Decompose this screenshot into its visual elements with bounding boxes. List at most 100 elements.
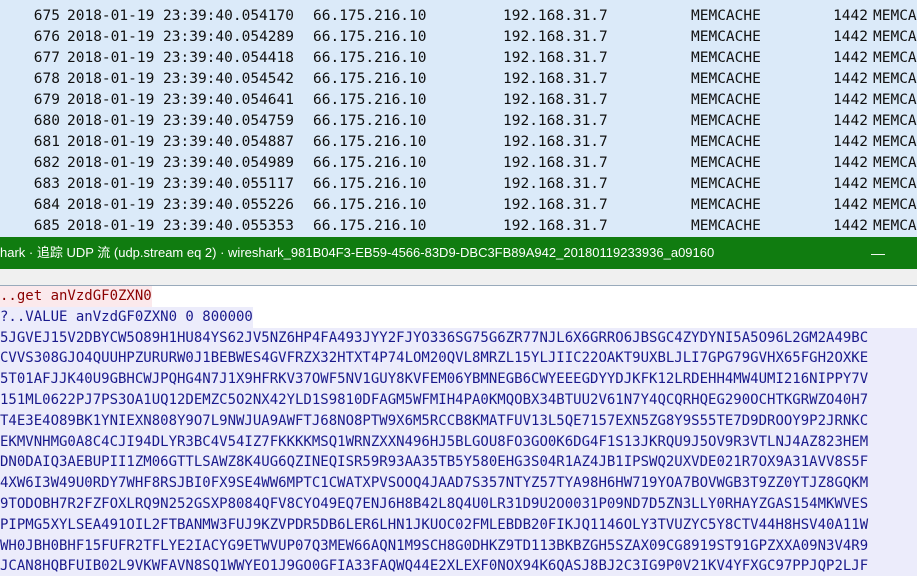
packet-list[interactable]: 675 2018-01-19 23:39:40.054170 66.175.216.… bbox=[0, 0, 917, 237]
packet-len: 1442 bbox=[833, 8, 868, 24]
packet-len: 1442 bbox=[833, 113, 868, 129]
packet-no: 685 bbox=[33, 218, 60, 234]
packet-info: MEMCA bbox=[873, 8, 917, 24]
packet-proto: MEMCACHE bbox=[691, 176, 761, 192]
packet-len: 1442 bbox=[833, 50, 868, 66]
packet-no: 684 bbox=[33, 197, 60, 213]
server-data-line: 151ML0622PJ7PS3OA1UQ12DEMZC5O2NX42YLD1S9… bbox=[0, 389, 917, 411]
packet-proto: MEMCACHE bbox=[691, 8, 761, 24]
packet-row[interactable]: 677 2018-01-19 23:39:40.054418 66.175.216.… bbox=[0, 48, 917, 69]
packet-len: 1442 bbox=[833, 155, 868, 171]
packet-dst: 192.168.31.7 bbox=[503, 8, 608, 24]
packet-row[interactable]: 675 2018-01-19 23:39:40.054170 66.175.216.… bbox=[0, 6, 917, 27]
window-title: hark · 追踪 UDP 流 (udp.stream eq 2) · wire… bbox=[0, 245, 715, 260]
packet-time: 2018-01-19 23:39:40.054887 bbox=[67, 134, 294, 150]
packet-time: 2018-01-19 23:39:40.054289 bbox=[67, 29, 294, 45]
packet-time: 2018-01-19 23:39:40.055117 bbox=[67, 176, 294, 192]
packet-dst: 192.168.31.7 bbox=[503, 218, 608, 234]
packet-dst: 192.168.31.7 bbox=[503, 155, 608, 171]
packet-dst: 192.168.31.7 bbox=[503, 176, 608, 192]
packet-row[interactable]: 682 2018-01-19 23:39:40.054989 66.175.216.… bbox=[0, 153, 917, 174]
packet-no: 681 bbox=[33, 134, 60, 150]
minimize-button[interactable]: — bbox=[871, 237, 885, 269]
packet-info: MEMCA bbox=[873, 113, 917, 129]
packet-no: 676 bbox=[33, 29, 60, 45]
server-data-line: DN0DAIQ3AEBUPII1ZM06GTTLSAWZ8K4UG6QZINEQ… bbox=[0, 452, 917, 474]
packet-time: 2018-01-19 23:39:40.055226 bbox=[67, 197, 294, 213]
packet-row[interactable]: 678 2018-01-19 23:39:40.054542 66.175.216.… bbox=[0, 69, 917, 90]
packet-len: 1442 bbox=[833, 197, 868, 213]
follow-stream-titlebar[interactable]: hark · 追踪 UDP 流 (udp.stream eq 2) · wire… bbox=[0, 237, 917, 269]
packet-src: 66.175.216.10 bbox=[313, 218, 427, 234]
packet-row[interactable]: 685 2018-01-19 23:39:40.055353 66.175.216.… bbox=[0, 216, 917, 237]
packet-no: 677 bbox=[33, 50, 60, 66]
packet-len: 1442 bbox=[833, 29, 868, 45]
server-data-line: EKMVNHMG0A8C4CJI94DLYR3BC4V54IZ7FKKKKMSQ… bbox=[0, 431, 917, 453]
packet-info: MEMCA bbox=[873, 218, 917, 234]
packet-len: 1442 bbox=[833, 176, 868, 192]
packet-info: MEMCA bbox=[873, 92, 917, 108]
packet-proto: MEMCACHE bbox=[691, 134, 761, 150]
packet-proto: MEMCACHE bbox=[691, 71, 761, 87]
packet-dst: 192.168.31.7 bbox=[503, 50, 608, 66]
packet-src: 66.175.216.10 bbox=[313, 71, 427, 87]
packet-row[interactable]: 684 2018-01-19 23:39:40.055226 66.175.216.… bbox=[0, 195, 917, 216]
packet-dst: 192.168.31.7 bbox=[503, 134, 608, 150]
packet-row[interactable]: 680 2018-01-19 23:39:40.054759 66.175.216.… bbox=[0, 111, 917, 132]
packet-info: MEMCA bbox=[873, 155, 917, 171]
server-data-line: 4XW6I3W49U0RDY7WHF8RSJBI0FX9SE4WW6MPTC1C… bbox=[0, 473, 917, 494]
packet-src: 66.175.216.10 bbox=[313, 50, 427, 66]
packet-src: 66.175.216.10 bbox=[313, 8, 427, 24]
packet-row[interactable]: 681 2018-01-19 23:39:40.054887 66.175.216.… bbox=[0, 132, 917, 153]
packet-dst: 192.168.31.7 bbox=[503, 92, 608, 108]
packet-row[interactable]: 679 2018-01-19 23:39:40.054641 66.175.216.… bbox=[0, 90, 917, 111]
packet-dst: 192.168.31.7 bbox=[503, 197, 608, 213]
packet-proto: MEMCACHE bbox=[691, 218, 761, 234]
client-request-line: ..get anVzdGF0ZXN0 bbox=[0, 286, 152, 307]
packet-src: 66.175.216.10 bbox=[313, 92, 427, 108]
packet-len: 1442 bbox=[833, 134, 868, 150]
packet-dst: 192.168.31.7 bbox=[503, 29, 608, 45]
packet-time: 2018-01-19 23:39:40.055353 bbox=[67, 218, 294, 234]
packet-src: 66.175.216.10 bbox=[313, 176, 427, 192]
packet-len: 1442 bbox=[833, 92, 868, 108]
packet-no: 683 bbox=[33, 176, 60, 192]
packet-row[interactable]: 676 2018-01-19 23:39:40.054289 66.175.216.… bbox=[0, 27, 917, 48]
server-data-line: 5JGVEJ15V2DBYCW5O89H1HU84YS62JV5NZ6HP4FA… bbox=[0, 327, 917, 349]
packet-src: 66.175.216.10 bbox=[313, 155, 427, 171]
server-data-line: WH0JBH0BHF15FUFR2TFLYE2IACYG9ETWVUP07Q3M… bbox=[0, 535, 917, 557]
packet-time: 2018-01-19 23:39:40.054641 bbox=[67, 92, 294, 108]
packet-info: MEMCA bbox=[873, 50, 917, 66]
packet-proto: MEMCACHE bbox=[691, 50, 761, 66]
packet-info: MEMCA bbox=[873, 197, 917, 213]
packet-len: 1442 bbox=[833, 71, 868, 87]
packet-time: 2018-01-19 23:39:40.054759 bbox=[67, 113, 294, 129]
packet-no: 682 bbox=[33, 155, 60, 171]
packet-dst: 192.168.31.7 bbox=[503, 71, 608, 87]
server-data-line: 9TODOBH7R2FZFOXLRQ9N252GSXP8084QFV8CYO49… bbox=[0, 493, 917, 515]
packet-src: 66.175.216.10 bbox=[313, 134, 427, 150]
packet-info: MEMCA bbox=[873, 71, 917, 87]
server-data-line: 5T01AFJJK40U9GBHCWJPQHG4N7J1X9HFRKV37OWF… bbox=[0, 369, 917, 390]
packet-proto: MEMCACHE bbox=[691, 29, 761, 45]
server-data-line: JCAN8HQBFUIB02L9VKWFAVN8SQ1WWYEO1J9GO0GF… bbox=[0, 556, 917, 576]
server-response-header: ?..VALUE anVzdGF0ZXN0 0 800000 bbox=[0, 306, 253, 328]
packet-info: MEMCA bbox=[873, 134, 917, 150]
server-data-line: PIPMG5XYLSEA491OIL2FTBANMW3FUJ9KZVPDR5DB… bbox=[0, 514, 917, 536]
packet-no: 675 bbox=[33, 8, 60, 24]
stream-content[interactable]: ..get anVzdGF0ZXN0 ?..VALUE anVzdGF0ZXN0… bbox=[0, 286, 917, 576]
packet-len: 1442 bbox=[833, 218, 868, 234]
server-data-line: T4E3E4O89BK1YNIEXN808Y9O7L9NWJUA9AWFTJ68… bbox=[0, 410, 917, 432]
packet-info: MEMCA bbox=[873, 29, 917, 45]
toolbar-strip bbox=[0, 269, 917, 286]
packet-no: 679 bbox=[33, 92, 60, 108]
packet-time: 2018-01-19 23:39:40.054542 bbox=[67, 71, 294, 87]
packet-src: 66.175.216.10 bbox=[313, 113, 427, 129]
packet-time: 2018-01-19 23:39:40.054418 bbox=[67, 50, 294, 66]
packet-row[interactable]: 683 2018-01-19 23:39:40.055117 66.175.216.… bbox=[0, 174, 917, 195]
packet-info: MEMCA bbox=[873, 176, 917, 192]
packet-src: 66.175.216.10 bbox=[313, 29, 427, 45]
packet-no: 680 bbox=[33, 113, 60, 129]
packet-src: 66.175.216.10 bbox=[313, 197, 427, 213]
packet-time: 2018-01-19 23:39:40.054170 bbox=[67, 8, 294, 24]
